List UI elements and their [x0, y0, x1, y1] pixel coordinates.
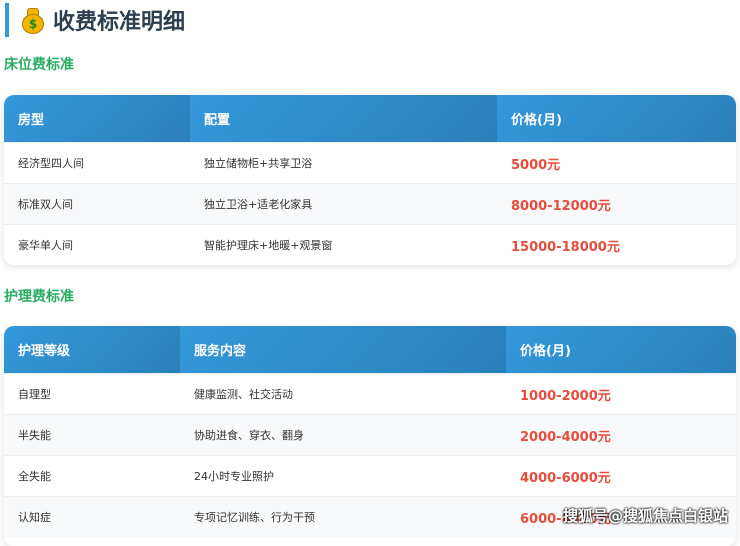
table-cell: 独立卫浴+适老化家具: [204, 198, 313, 211]
table-row: 半失能 协助进食、穿衣、翻身 2000-4000元: [4, 414, 736, 455]
price-cell: 1000-2000元: [520, 388, 611, 404]
bed-fee-table: 房型 配置 价格(月) 经济型四人间 独立储物柜+共享卫浴 5000元标准双人间 独立…: [4, 95, 736, 265]
table-cell: 自理型: [18, 388, 51, 401]
table-header: 房型 配置 价格(月): [4, 95, 736, 142]
price-cell: 15000-18000元: [511, 239, 620, 255]
table-row: 自理型 健康监测、社交活动 1000-2000元: [4, 373, 736, 414]
table-cell: 独立储物柜+共享卫浴: [204, 157, 313, 170]
price-cell: 5000元: [511, 157, 561, 173]
table-cell: 半失能: [18, 429, 51, 442]
header-cell: 价格(月): [506, 326, 736, 373]
price-cell: 8000-12000元: [511, 198, 611, 214]
table-row: 豪华单人间 智能护理床+地暖+观景窗 15000-18000元: [4, 224, 736, 265]
header-cell: 房型: [4, 95, 190, 142]
money-bag-icon: $: [21, 8, 44, 34]
table-cell: 健康监测、社交活动: [194, 388, 293, 401]
page-title: $ 收费标准明细: [5, 3, 185, 37]
price-cell: 4000-6000元: [520, 470, 611, 486]
table-row: 标准双人间 独立卫浴+适老化家具 8000-12000元: [4, 183, 736, 224]
bed-section-title: 床位费标准: [4, 57, 74, 73]
header-cell: 服务内容: [180, 326, 506, 373]
table-cell: 智能护理床+地暖+观景窗: [204, 239, 333, 252]
care-section-title: 护理费标准: [4, 289, 74, 305]
header-cell: 价格(月): [497, 95, 736, 142]
header-cell: 配置: [190, 95, 497, 142]
table-cell: 标准双人间: [18, 198, 73, 211]
watermark: 搜狐号@搜狐焦点白银站: [563, 507, 729, 525]
table-header: 护理等级 服务内容 价格(月): [4, 326, 736, 373]
table-cell: 专项记忆训练、行为干预: [194, 511, 315, 524]
table-cell: 24小时专业照护: [194, 470, 274, 483]
price-cell: 2000-4000元: [520, 429, 611, 445]
table-cell: 全失能: [18, 470, 51, 483]
table-cell: 经济型四人间: [18, 157, 84, 170]
table-row: 全失能 24小时专业照护 4000-6000元: [4, 455, 736, 496]
table-cell: 协助进食、穿衣、翻身: [194, 429, 304, 442]
table-cell: 认知症: [18, 511, 51, 524]
table-row: 经济型四人间 独立储物柜+共享卫浴 5000元: [4, 142, 736, 183]
page-title-text: 收费标准明细: [53, 10, 186, 35]
table-cell: 豪华单人间: [18, 239, 73, 252]
header-cell: 护理等级: [4, 326, 180, 373]
